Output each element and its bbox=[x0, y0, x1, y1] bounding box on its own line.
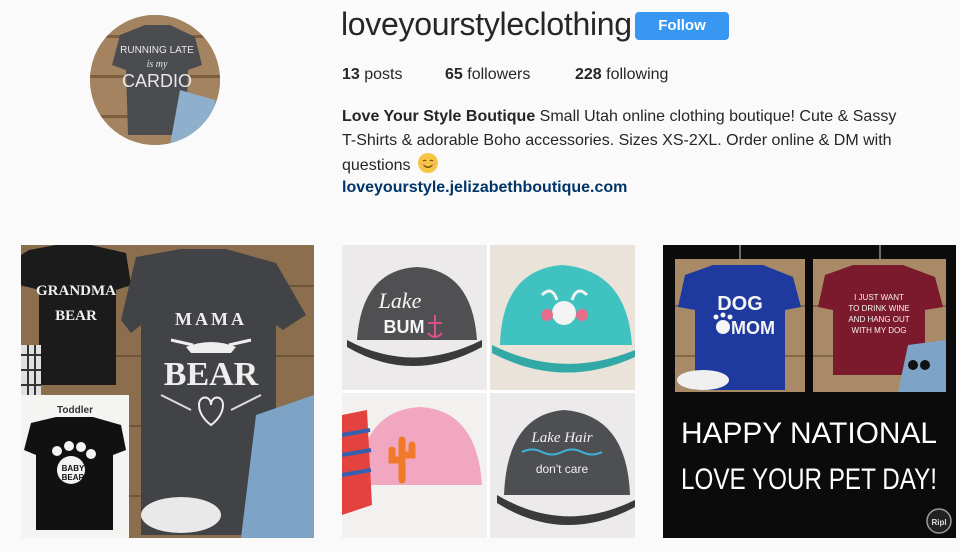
post3-text-dog: DOG bbox=[717, 293, 763, 315]
post3-text-wine2: TO DRINK WINE bbox=[848, 304, 909, 313]
followers-label: followers bbox=[467, 66, 531, 83]
follow-button[interactable]: Follow bbox=[635, 12, 729, 40]
post1-text-bear3: BEAR bbox=[62, 473, 85, 482]
avatar-text-1: RUNNING LATE bbox=[120, 45, 194, 56]
following-stat[interactable]: 228 following bbox=[575, 66, 668, 84]
profile-avatar[interactable]: RUNNING LATE is my CARDIO bbox=[90, 15, 220, 145]
ripl-logo: Ripl bbox=[931, 518, 946, 527]
post3-text-wine3: AND HANG OUT bbox=[848, 315, 909, 324]
post1-text-mama: MAMA bbox=[175, 309, 247, 329]
avatar-text-2: is my bbox=[147, 59, 168, 70]
post3-text-mom: MOM bbox=[731, 318, 775, 338]
avatar-text-3: CARDIO bbox=[122, 71, 192, 91]
post3-text-happy: HAPPY NATIONAL bbox=[681, 417, 937, 450]
followers-stat[interactable]: 65 followers bbox=[445, 66, 530, 84]
post3-text-petday: LOVE YOUR PET DAY! bbox=[681, 463, 937, 496]
post2-text-lakehair: Lake Hair bbox=[530, 430, 592, 446]
post1-text-baby: BABY bbox=[62, 464, 85, 473]
post3-text-wine1: I JUST WANT bbox=[854, 293, 904, 302]
smiling-face-emoji-icon bbox=[417, 153, 438, 173]
posts-stat: 13 posts bbox=[342, 66, 403, 84]
post2-text-dontcare: don't care bbox=[536, 462, 589, 476]
profile-username: loveyourstyleclothing bbox=[341, 6, 632, 42]
post-thumbnail[interactable]: Lake BUM Lake Hair don't care bbox=[342, 245, 635, 538]
following-count: 228 bbox=[575, 66, 602, 83]
profile-bio: Love Your Style Boutique Small Utah onli… bbox=[342, 105, 902, 178]
post2-text-lake1: Lake bbox=[378, 288, 422, 313]
bio-website-link[interactable]: loveyourstyle.jelizabethboutique.com bbox=[342, 179, 627, 197]
followers-count: 65 bbox=[445, 66, 463, 83]
bio-name: Love Your Style Boutique bbox=[342, 108, 536, 125]
following-label: following bbox=[606, 66, 669, 83]
post3-text-wine4: WITH MY DOG bbox=[852, 326, 907, 335]
post-thumbnail[interactable]: DOG MOM I JUST WANT TO DRINK WINE AND HA… bbox=[663, 245, 956, 538]
post2-text-bum: BUM bbox=[384, 317, 425, 337]
post1-text-bear2: BEAR bbox=[164, 356, 259, 393]
post1-text-grandma: GRANDMA bbox=[36, 283, 116, 299]
post1-text-bear1: BEAR bbox=[55, 308, 97, 324]
posts-count: 13 bbox=[342, 66, 360, 83]
posts-label: posts bbox=[364, 66, 403, 83]
post-thumbnail[interactable]: GRANDMA BEAR MAMA BEAR Toddler BABY BEAR bbox=[21, 245, 314, 538]
post1-text-toddler: Toddler bbox=[57, 405, 93, 416]
